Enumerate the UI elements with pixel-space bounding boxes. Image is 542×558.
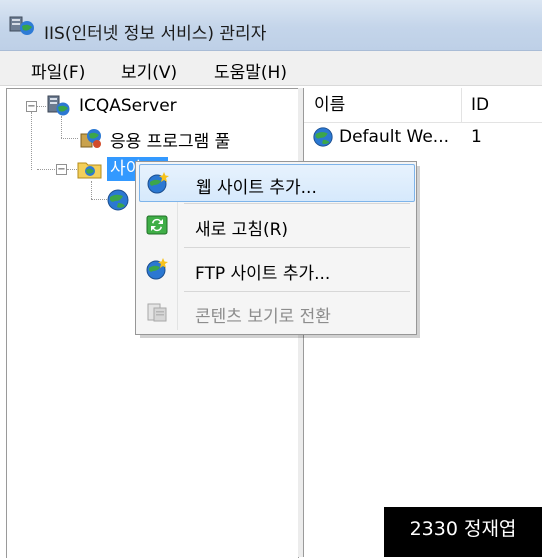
- menu-item-add-ftp-site[interactable]: FTP 사이트 추가...: [139, 251, 413, 287]
- menu-separator: [184, 291, 410, 292]
- tree-app-pools-label[interactable]: 응용 프로그램 풀: [110, 127, 230, 152]
- column-header-id[interactable]: ID: [462, 88, 542, 123]
- tree-connector: [91, 199, 107, 200]
- tree-connector: [37, 106, 46, 107]
- menu-help[interactable]: 도움말(H): [214, 58, 287, 83]
- column-header-name[interactable]: 이름: [304, 88, 468, 123]
- globe-add-icon: [147, 172, 169, 194]
- tree-connector: [67, 169, 77, 170]
- iis-manager-icon: [9, 16, 34, 35]
- menu-separator: [184, 247, 410, 248]
- folder-globe-icon: [77, 162, 102, 179]
- server-collapse-toggle[interactable]: −: [26, 101, 37, 112]
- sites-collapse-toggle[interactable]: −: [56, 164, 67, 175]
- refresh-icon: [146, 215, 168, 235]
- menu-bar: 파일(F) 보기(V) 도움말(H): [0, 51, 542, 86]
- title-bar: IIS(인터넷 정보 서비스) 관리자: [0, 0, 542, 51]
- menu-item-label: FTP 사이트 추가...: [195, 264, 331, 284]
- tree-connector: [91, 181, 92, 199]
- menu-item-label: 새로 고침(R): [195, 220, 289, 240]
- tree-connector: [61, 116, 62, 138]
- window-title: IIS(인터넷 정보 서비스) 관리자: [44, 24, 267, 44]
- site-name-cell: Default We...: [339, 127, 450, 147]
- tree-connector: [61, 138, 78, 139]
- menu-item-switch-to-content-view[interactable]: 콘텐츠 보기로 전환: [139, 294, 413, 330]
- context-menu: 웹 사이트 추가... 새로 고침(R) FTP 사이트 추가... 콘텐츠 보…: [135, 161, 417, 335]
- globe-icon: [313, 127, 333, 147]
- tree-connector: [37, 169, 55, 170]
- tree-connector: [31, 112, 32, 170]
- tree-server-label[interactable]: ICQAServer: [79, 96, 177, 116]
- menu-item-add-website[interactable]: 웹 사이트 추가...: [139, 164, 415, 202]
- server-icon: [47, 95, 70, 116]
- site-id-cell: 1: [471, 127, 482, 147]
- menu-view[interactable]: 보기(V): [121, 58, 177, 83]
- menu-separator: [184, 203, 410, 204]
- content-view-icon: [147, 303, 167, 322]
- app-pool-icon: [80, 129, 101, 148]
- ftp-add-icon: [146, 258, 168, 280]
- menu-item-label: 웹 사이트 추가...: [196, 178, 317, 198]
- list-item[interactable]: Default We... 1: [304, 124, 542, 150]
- menu-item-refresh[interactable]: 새로 고침(R): [139, 207, 413, 243]
- watermark-label: 2330 정재엽: [384, 507, 542, 557]
- menu-item-label: 콘텐츠 보기로 전환: [195, 307, 331, 327]
- globe-icon: [107, 189, 129, 211]
- menu-file[interactable]: 파일(F): [31, 58, 85, 83]
